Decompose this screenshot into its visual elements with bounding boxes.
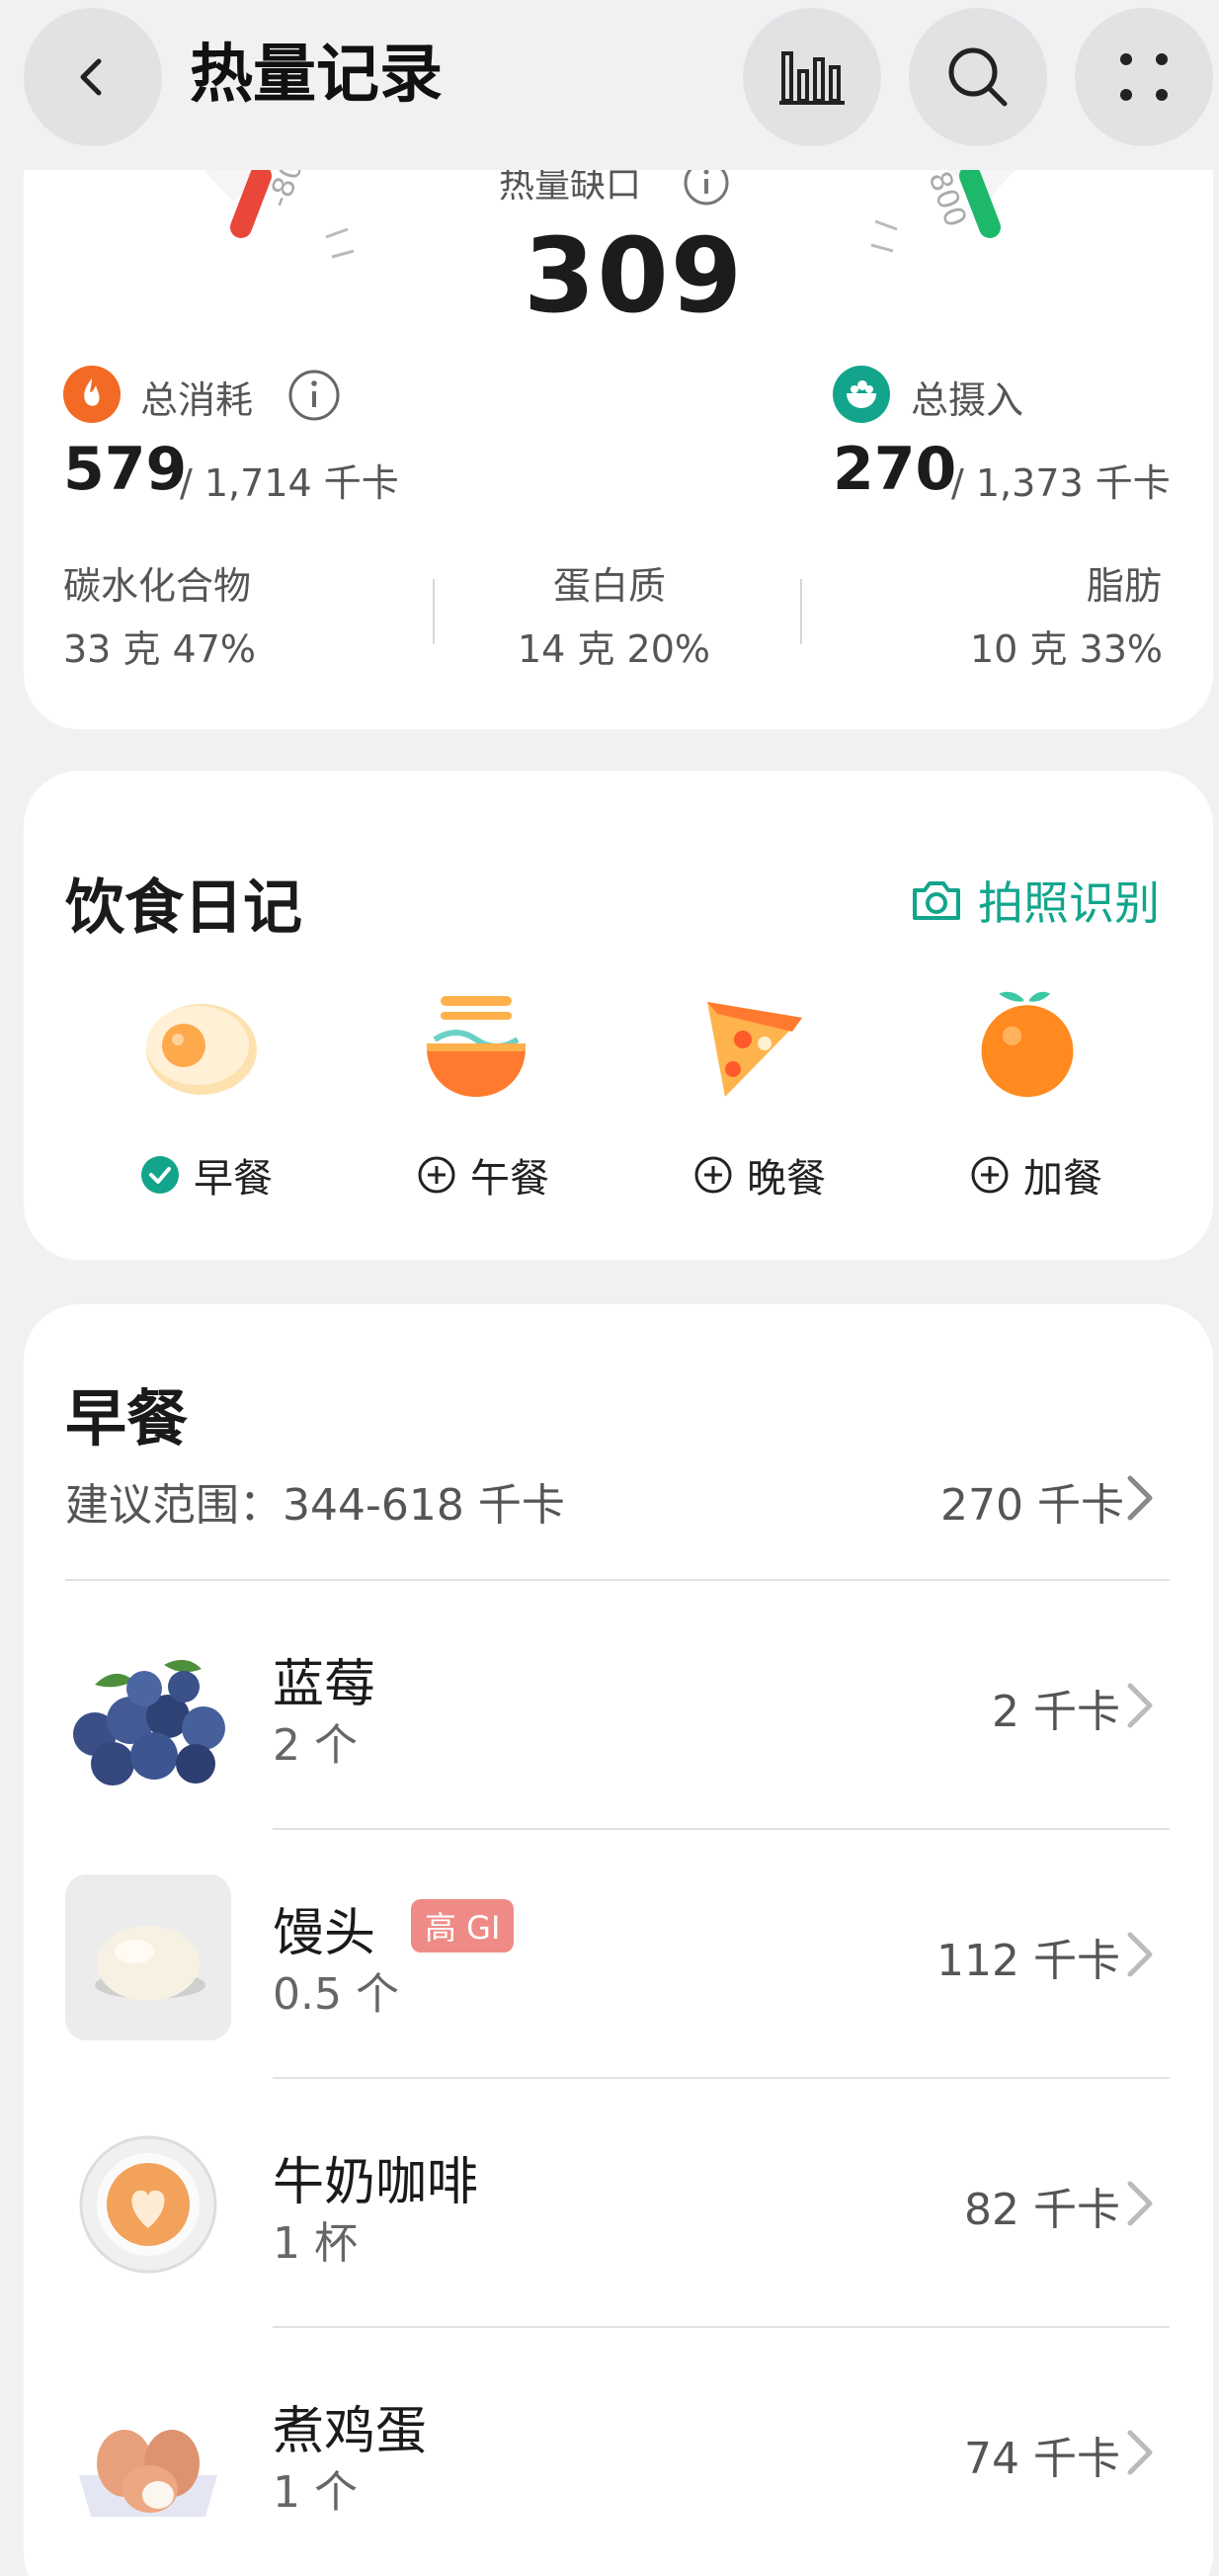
add-circle-icon bbox=[418, 1156, 455, 1194]
photo-recognition-link[interactable]: 拍照识别 bbox=[909, 868, 1160, 933]
macro-carbs-value: 33 克 47% bbox=[63, 627, 256, 671]
add-circle-icon bbox=[694, 1156, 732, 1194]
add-circle-icon bbox=[971, 1156, 1009, 1194]
steamed-bun-image bbox=[65, 1874, 231, 2040]
meal-tab-label: 加餐 bbox=[1023, 1156, 1102, 1202]
macro-fat-value: 10 克 33% bbox=[970, 627, 1163, 671]
intake-bowl-icon bbox=[833, 366, 890, 423]
meal-tab-label: 午餐 bbox=[470, 1156, 549, 1202]
food-image-blueberry bbox=[65, 1625, 231, 1791]
lunch-noodle-bowl-icon[interactable] bbox=[417, 988, 535, 1107]
burn-value: 579 bbox=[63, 435, 188, 504]
food-image-latte bbox=[65, 2123, 231, 2289]
intake-value: 270 bbox=[833, 435, 957, 504]
blueberry-image bbox=[65, 1625, 231, 1791]
breakfast-total-kcal[interactable]: 270 千卡 bbox=[940, 1469, 1124, 1533]
more-dots-icon bbox=[1120, 53, 1168, 101]
photo-recognition-label: 拍照识别 bbox=[978, 876, 1160, 930]
burn-total: / 1,714 千卡 bbox=[180, 461, 399, 505]
check-circle-icon bbox=[141, 1156, 179, 1194]
food-image-boiled-egg bbox=[65, 2372, 231, 2538]
search-button[interactable] bbox=[909, 8, 1047, 146]
food-name: 馒头 bbox=[273, 1904, 376, 1963]
food-kcal[interactable]: 82 千卡 bbox=[964, 2174, 1120, 2237]
meal-tab-dinner[interactable]: 晚餐 bbox=[693, 1146, 826, 1204]
food-image-mantou bbox=[65, 1874, 231, 2040]
macro-divider bbox=[433, 579, 435, 644]
meal-tab-breakfast[interactable]: 早餐 bbox=[140, 1146, 273, 1204]
macro-divider bbox=[800, 579, 802, 644]
camera-icon bbox=[913, 881, 960, 920]
food-amount: 0.5 个 bbox=[273, 1969, 399, 2020]
food-amount: 1 个 bbox=[273, 2467, 358, 2518]
meal-tab-lunch[interactable]: 午餐 bbox=[417, 1146, 549, 1204]
more-button[interactable] bbox=[1075, 8, 1213, 146]
chevron-right-icon[interactable] bbox=[1120, 1468, 1160, 1528]
boiled-egg-image bbox=[65, 2372, 231, 2538]
food-amount: 1 杯 bbox=[273, 2218, 358, 2269]
chevron-right-icon[interactable] bbox=[1120, 1925, 1160, 1984]
divider bbox=[273, 1828, 1170, 1830]
recommended-range: 建议范围：344-618 千卡 bbox=[65, 1480, 565, 1531]
burn-flame-icon bbox=[63, 366, 121, 423]
food-name: 牛奶咖啡 bbox=[273, 2153, 479, 2212]
chevron-right-icon[interactable] bbox=[1120, 2423, 1160, 2482]
macro-protein-value: 14 克 20% bbox=[518, 627, 710, 671]
chevron-right-icon[interactable] bbox=[1120, 2174, 1160, 2233]
back-button[interactable] bbox=[24, 8, 162, 146]
breakfast-egg-icon[interactable] bbox=[140, 988, 259, 1107]
diary-title: 饮食日记 bbox=[65, 873, 302, 943]
divider bbox=[273, 2326, 1170, 2328]
food-kcal[interactable]: 74 千卡 bbox=[964, 2423, 1120, 2486]
gauge-title-text: 热量缺口 bbox=[499, 165, 642, 206]
bar-chart-icon bbox=[779, 51, 845, 105]
burn-label: 总消耗 bbox=[140, 378, 254, 422]
food-kcal[interactable]: 112 千卡 bbox=[936, 1925, 1120, 1988]
food-kcal[interactable]: 2 千卡 bbox=[992, 1676, 1120, 1739]
page-title: 热量记录 bbox=[190, 39, 443, 112]
macro-fat-name: 脂肪 bbox=[1087, 564, 1163, 608]
top-bar: 热量记录 bbox=[0, 0, 1219, 170]
food-name: 煮鸡蛋 bbox=[273, 2402, 428, 2461]
search-icon bbox=[948, 47, 1008, 107]
calorie-deficit-value: 309 bbox=[524, 215, 745, 336]
snack-orange-icon[interactable] bbox=[968, 984, 1087, 1103]
meal-tab-snack[interactable]: 加餐 bbox=[970, 1146, 1102, 1204]
chevron-right-icon[interactable] bbox=[1120, 1676, 1160, 1735]
breakfast-title: 早餐 bbox=[65, 1382, 189, 1454]
divider bbox=[65, 1579, 1170, 1581]
food-name: 蓝莓 bbox=[273, 1655, 376, 1714]
food-amount: 2 个 bbox=[273, 1720, 358, 1771]
statistics-button[interactable] bbox=[743, 8, 881, 146]
back-arrow-icon bbox=[80, 58, 102, 96]
high-gi-badge: 高 GI bbox=[411, 1899, 515, 1953]
burn-info-icon[interactable] bbox=[286, 368, 342, 423]
meal-tab-label: 早餐 bbox=[194, 1156, 273, 1202]
macro-protein-name: 蛋白质 bbox=[553, 564, 667, 608]
intake-total: / 1,373 千卡 bbox=[951, 461, 1171, 505]
macro-carbs-name: 碳水化合物 bbox=[63, 564, 252, 608]
latte-image bbox=[65, 2123, 231, 2289]
divider bbox=[273, 2077, 1170, 2079]
meal-tab-label: 晚餐 bbox=[747, 1156, 826, 1202]
dinner-pizza-icon[interactable] bbox=[693, 988, 812, 1107]
intake-label: 总摄入 bbox=[911, 378, 1024, 422]
